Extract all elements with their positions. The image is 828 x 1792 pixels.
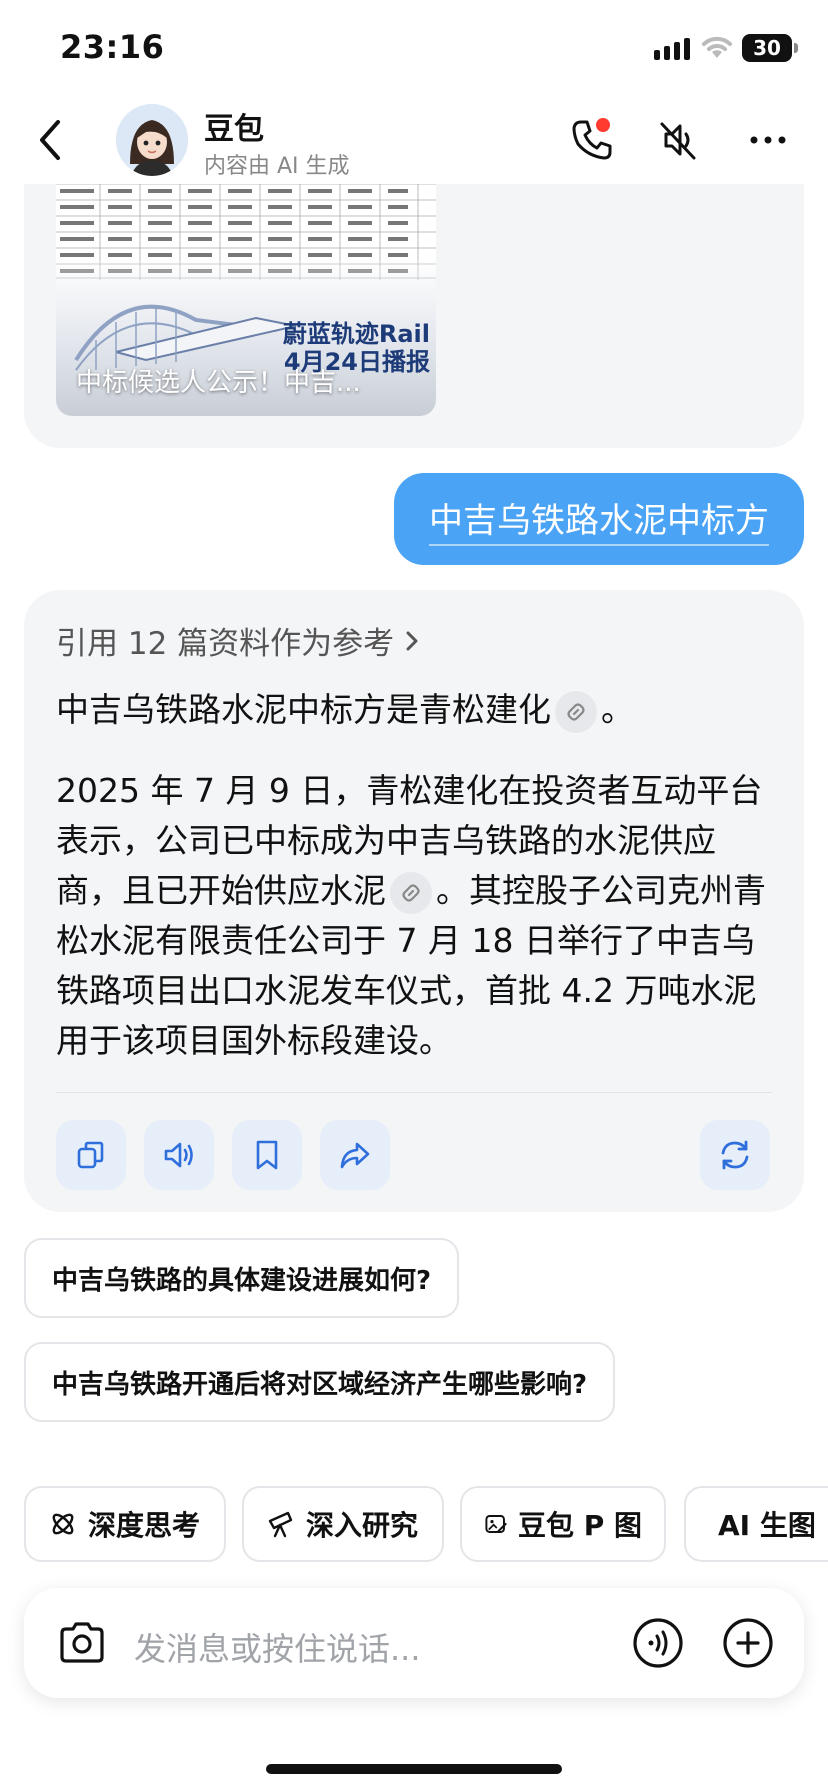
chip-image-edit[interactable]: 豆包 P 图: [460, 1486, 666, 1562]
message-input[interactable]: 发消息或按住说话...: [134, 1624, 421, 1670]
share-icon: [340, 1142, 370, 1169]
avatar[interactable]: [116, 104, 188, 176]
notification-dot: [596, 118, 610, 132]
chip-ai-image[interactable]: AI 生图: [684, 1486, 828, 1562]
answer-divider: [56, 1092, 772, 1093]
chip-image-edit-label: 豆包 P 图: [517, 1509, 642, 1542]
speaker-icon: [164, 1142, 193, 1168]
chat-subtitle: 内容由 AI 生成: [204, 154, 350, 179]
refresh-icon: [721, 1140, 749, 1170]
reference-text: 引用 12 篇资料作为参考: [56, 626, 395, 662]
chip-deep-think[interactable]: 深度思考: [24, 1486, 226, 1562]
read-aloud-button[interactable]: [144, 1120, 214, 1190]
answer-paragraph-2: 2025 年 7 月 9 日，青松建化在投资者互动平台表示，公司已中标成为中吉乌…: [56, 766, 776, 1066]
copy-icon: [77, 1141, 104, 1169]
back-icon[interactable]: [30, 114, 70, 166]
user-message-bubble[interactable]: 中吉乌铁路水泥中标方: [394, 473, 804, 565]
news-caption: 中标候选人公示！中吉...: [76, 368, 361, 398]
copy-button[interactable]: [56, 1120, 126, 1190]
chat-header: 豆包 内容由 AI 生成: [0, 96, 828, 184]
answer-p1-end: 。: [601, 690, 634, 729]
news-brand-line1: 蔚蓝轨迹Rail: [282, 320, 430, 348]
chip-deep-research[interactable]: 深入研究: [242, 1486, 444, 1562]
message-input-bar: 发消息或按住说话...: [24, 1588, 804, 1698]
bookmark-icon: [256, 1140, 278, 1170]
reference-link[interactable]: 引用 12 篇资料作为参考: [56, 618, 422, 663]
citation-link-icon[interactable]: [390, 871, 432, 914]
chip-deep-research-label: 深入研究: [306, 1509, 419, 1542]
camera-icon[interactable]: [54, 1615, 110, 1671]
more-icon[interactable]: [744, 116, 792, 164]
status-bar: 23:16 30: [0, 0, 828, 96]
share-button[interactable]: [320, 1120, 390, 1190]
bookmark-button[interactable]: [232, 1120, 302, 1190]
suggestion-2[interactable]: 中吉乌铁路开通后将对区域经济产生哪些影响?: [24, 1342, 616, 1422]
voice-call-icon[interactable]: [632, 1617, 684, 1669]
answer-p1-text: 中吉乌铁路水泥中标方是青松建化: [56, 690, 551, 729]
signal-icon: [654, 38, 690, 60]
answer-paragraph-1: 中吉乌铁路水泥中标方是青松建化 。: [56, 686, 776, 734]
bot-answer-bubble: 引用 12 篇资料作为参考 中吉乌铁路水泥中标方是青松建化 。 2025 年 7 …: [24, 590, 804, 1212]
image-edit-icon: [485, 1515, 507, 1533]
suggestion-1[interactable]: 中吉乌铁路的具体建设进展如何?: [24, 1238, 460, 1318]
battery-indicator: 30: [742, 34, 798, 62]
status-time: 23:16: [60, 28, 165, 66]
home-indicator[interactable]: [266, 1764, 562, 1774]
telescope-icon: [268, 1511, 293, 1538]
chat-title: 豆包: [204, 112, 264, 147]
chip-ai-image-label: AI 生图: [718, 1509, 816, 1542]
plus-icon[interactable]: [722, 1617, 774, 1669]
citation-link-icon[interactable]: [555, 690, 597, 733]
chip-deep-think-label: 深度思考: [88, 1509, 201, 1542]
news-card[interactable]: 蔚蓝轨迹Rail 4月24日播报 中标候选人公示！中吉...: [56, 160, 436, 416]
speaker-muted-icon[interactable]: [654, 116, 702, 164]
atom-icon: [52, 1513, 74, 1535]
chevron-right-icon: [406, 631, 418, 650]
wifi-icon: [702, 36, 732, 58]
regenerate-button[interactable]: [700, 1120, 770, 1190]
previous-bot-message: 蔚蓝轨迹Rail 4月24日播报 中标候选人公示！中吉...: [24, 160, 804, 448]
user-message-text: 中吉乌铁路水泥中标方: [429, 493, 769, 546]
